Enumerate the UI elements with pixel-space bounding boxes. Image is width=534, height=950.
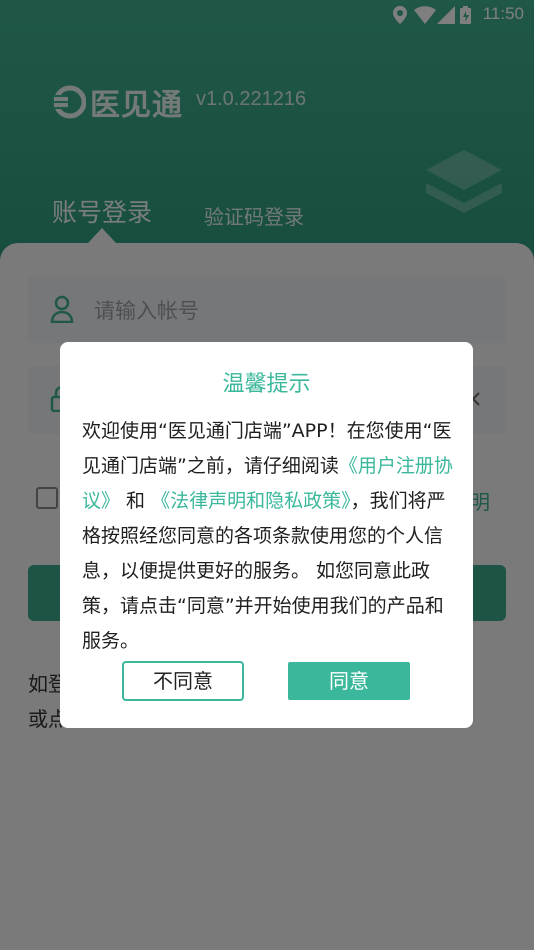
dialog-title: 温馨提示	[222, 372, 311, 397]
dialog-text-2: 和	[120, 490, 152, 512]
agree-button[interactable]: 同意	[288, 662, 410, 700]
disagree-button[interactable]: 不同意	[122, 661, 244, 701]
privacy-dialog: 温馨提示 欢迎使用“医见通门店端”APP！在您使用“医见通门店端”之前，请仔细阅…	[60, 342, 473, 728]
dialog-text-3: ，我们将严格按照经您同意的各项条款使用您的个人信息，以便提供更好的服务。 如您同…	[82, 490, 446, 652]
dialog-body: 欢迎使用“医见通门店端”APP！在您使用“医见通门店端”之前，请仔细阅读《用户注…	[82, 414, 454, 659]
privacy-policy-link[interactable]: 《法律声明和隐私政策》	[151, 490, 351, 512]
